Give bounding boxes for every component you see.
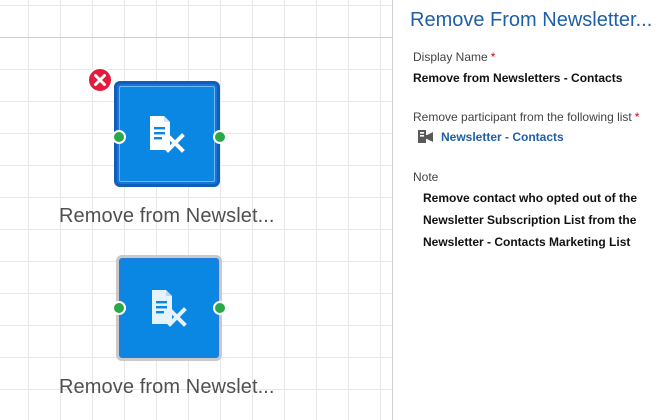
tile-body xyxy=(119,86,215,182)
tile-label: Remove from Newslet... xyxy=(59,376,275,398)
required-mark: * xyxy=(634,110,640,124)
output-port[interactable] xyxy=(213,301,227,315)
required-mark: * xyxy=(490,50,496,64)
tile-label: Remove from Newslet... xyxy=(59,205,275,227)
display-name-label: Display Name * xyxy=(413,50,495,64)
marketing-list-lookup[interactable]: Newsletter - Contacts xyxy=(417,128,564,146)
note-label: Note xyxy=(413,170,439,184)
marketing-list-icon xyxy=(418,130,433,143)
panel-title: Remove From Newsletter... xyxy=(410,9,653,31)
display-name-field[interactable]: Remove from Newsletters - Contacts xyxy=(413,71,622,85)
list-label: Remove participant from the following li… xyxy=(413,110,639,124)
workflow-tile-remove-from-newsletter-2[interactable] xyxy=(116,255,222,361)
remove-list-member-icon xyxy=(150,116,185,153)
note-text[interactable]: Remove contact who opted out of the News… xyxy=(423,187,653,253)
canvas-top-border xyxy=(0,37,392,38)
input-port[interactable] xyxy=(112,130,126,144)
tile-body xyxy=(122,261,216,355)
properties-panel: Remove From Newsletter... Display Name * … xyxy=(393,0,669,420)
designer-canvas[interactable]: Remove from Newslet... Remove from Newsl… xyxy=(0,0,392,420)
list-label-text: Remove participant from the following li… xyxy=(413,110,632,124)
display-name-label-text: Display Name xyxy=(413,50,488,64)
remove-list-member-icon xyxy=(152,290,187,327)
output-port[interactable] xyxy=(213,130,227,144)
marketing-list-link[interactable]: Newsletter - Contacts xyxy=(441,130,564,144)
close-icon xyxy=(94,74,106,86)
delete-tile-button[interactable] xyxy=(87,67,113,93)
workflow-tile-remove-from-newsletter-1[interactable] xyxy=(114,81,220,187)
input-port[interactable] xyxy=(112,301,126,315)
